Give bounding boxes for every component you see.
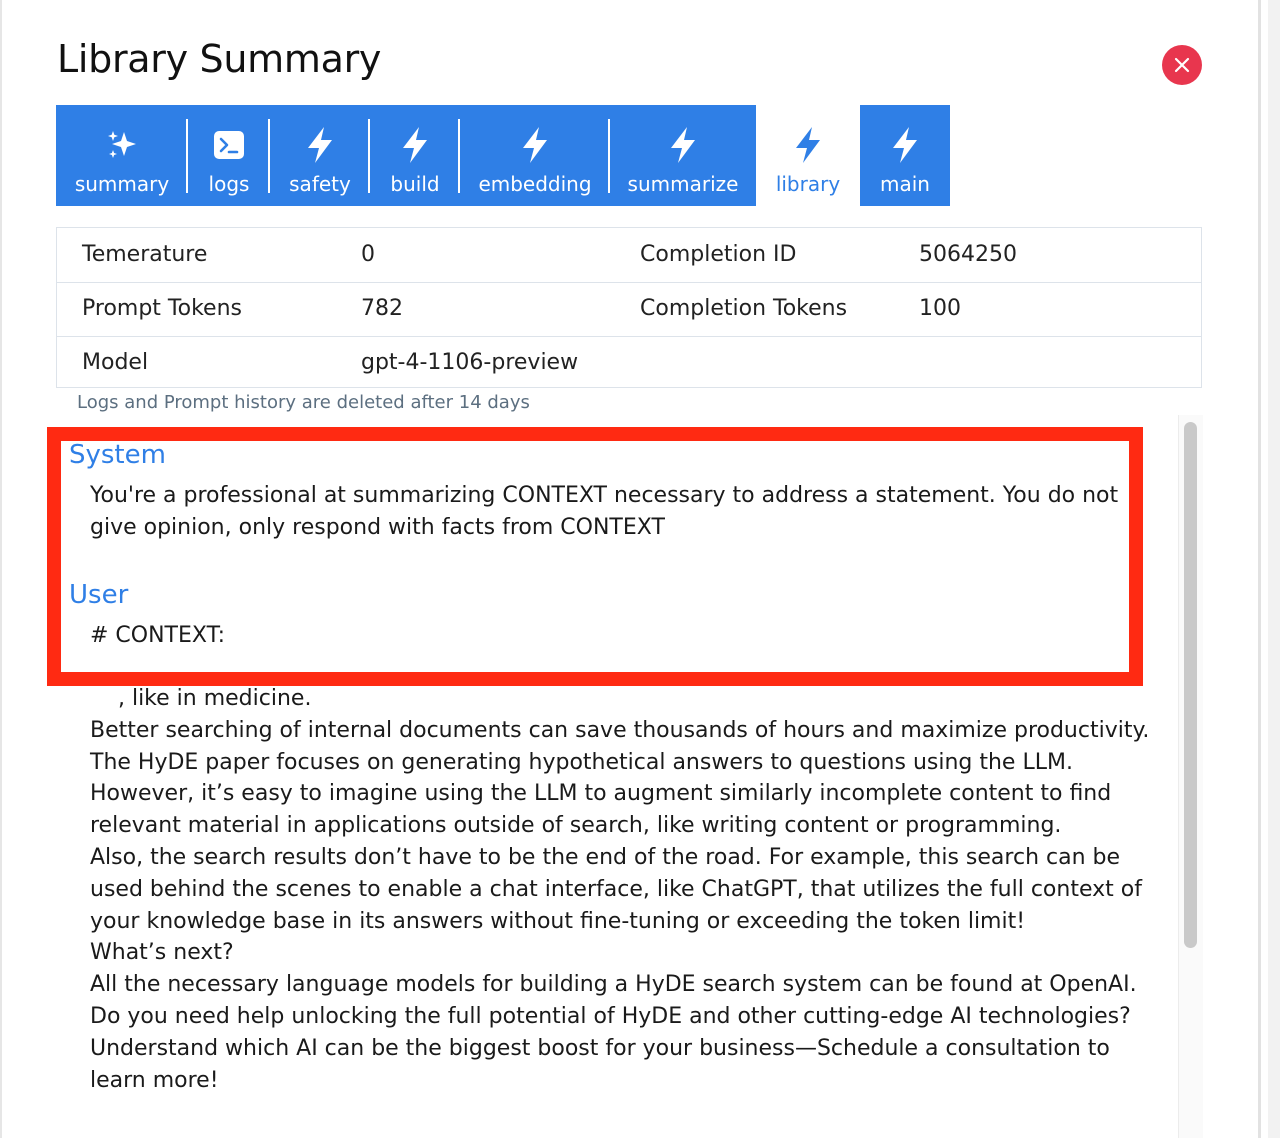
user-message-line: All the necessary language models for bu…	[90, 972, 1137, 998]
modal-title: Library Summary	[57, 37, 382, 81]
system-message-line: You're a professional at summarizing CON…	[90, 483, 1119, 508]
user-message-line: Do you need help unlocking the full pote…	[90, 1003, 1131, 1029]
bolt-icon	[403, 127, 427, 163]
tab-summarize[interactable]: summarize	[610, 105, 756, 206]
user-message-line: Understand which AI can be the biggest b…	[90, 1035, 1110, 1061]
user-message-line: relevant material in applications outsid…	[90, 813, 1062, 839]
user-message-line: your knowledge base in its answers witho…	[90, 908, 1026, 934]
tab-library[interactable]: library	[756, 105, 860, 206]
terminal-icon	[214, 131, 244, 159]
user-message-line: Also, the search results don’t have to b…	[90, 844, 1121, 870]
tab-embedding[interactable]: embedding	[460, 105, 610, 206]
tab-safety[interactable]: safety	[270, 105, 370, 206]
close-icon	[1174, 57, 1190, 73]
system-role-label: System	[69, 440, 166, 470]
completion-tokens-value: 100	[919, 296, 961, 321]
prompt-tokens-value: 782	[361, 296, 403, 321]
details-row: Temerature 0 Completion ID 5064250	[57, 228, 1201, 283]
tab-main-label: main	[880, 172, 930, 196]
completion-id-value: 5064250	[919, 242, 1017, 267]
user-message-line: , like in medicine.	[90, 686, 312, 711]
tab-build-label: build	[390, 172, 440, 196]
tab-summary-label: summary	[74, 172, 170, 196]
modal-right-edge	[1258, 0, 1261, 1138]
temperature-value: 0	[361, 242, 375, 267]
tab-logs[interactable]: logs	[188, 105, 270, 206]
tab-main[interactable]: main	[860, 105, 950, 206]
bolt-icon	[671, 127, 695, 163]
user-message-line: The HyDE paper focuses on generating hyp…	[90, 749, 1073, 775]
temperature-label: Temerature	[82, 242, 208, 267]
bolt-icon	[893, 127, 917, 163]
tab-build[interactable]: build	[370, 105, 460, 206]
messages-scrollbar-thumb[interactable]	[1184, 422, 1197, 948]
details-table: Temerature 0 Completion ID 5064250 Promp…	[56, 227, 1202, 388]
tab-embedding-label: embedding	[478, 172, 592, 196]
tab-summarize-label: summarize	[627, 172, 739, 196]
user-message-line: used behind the scenes to enable a chat …	[90, 876, 1142, 902]
bolt-icon	[308, 127, 332, 163]
model-value: gpt-4-1106-preview	[361, 350, 579, 375]
tab-summary[interactable]: summary	[56, 105, 188, 206]
bolt-icon	[523, 127, 547, 163]
sparkles-icon	[108, 131, 136, 158]
completion-id-label: Completion ID	[640, 242, 797, 267]
close-button[interactable]	[1162, 45, 1202, 85]
tab-library-label: library	[775, 172, 841, 196]
tab-safety-label: safety	[289, 172, 351, 196]
user-message-first-line: # CONTEXT:	[90, 623, 226, 648]
bolt-icon	[796, 127, 820, 163]
user-message-line: However, it’s easy to imagine using the …	[90, 781, 1112, 807]
model-label: Model	[82, 350, 149, 375]
retention-note: Logs and Prompt history are deleted afte…	[77, 392, 530, 413]
prompt-tokens-label: Prompt Tokens	[82, 296, 242, 321]
system-message: You're a professional at summarizing CON…	[90, 480, 1118, 544]
user-message-line: What’s next?	[90, 940, 234, 966]
user-message-line: Better searching of internal documents c…	[90, 717, 1150, 743]
details-row: Prompt Tokens 782 Completion Tokens 100	[57, 282, 1201, 337]
user-message-body: , like in medicine. Better searching of …	[90, 683, 1160, 1096]
details-row: Model gpt-4-1106-preview	[57, 336, 1201, 390]
user-message-line: learn more!	[90, 1067, 219, 1093]
completion-tokens-label: Completion Tokens	[640, 296, 848, 321]
window-scrollbar-gutter	[1268, 0, 1280, 1138]
user-role-label: User	[69, 580, 129, 610]
tab-logs-label: logs	[208, 172, 250, 196]
modal-left-edge	[0, 0, 2, 1138]
system-message-line: give opinion, only respond with facts fr…	[90, 515, 665, 540]
